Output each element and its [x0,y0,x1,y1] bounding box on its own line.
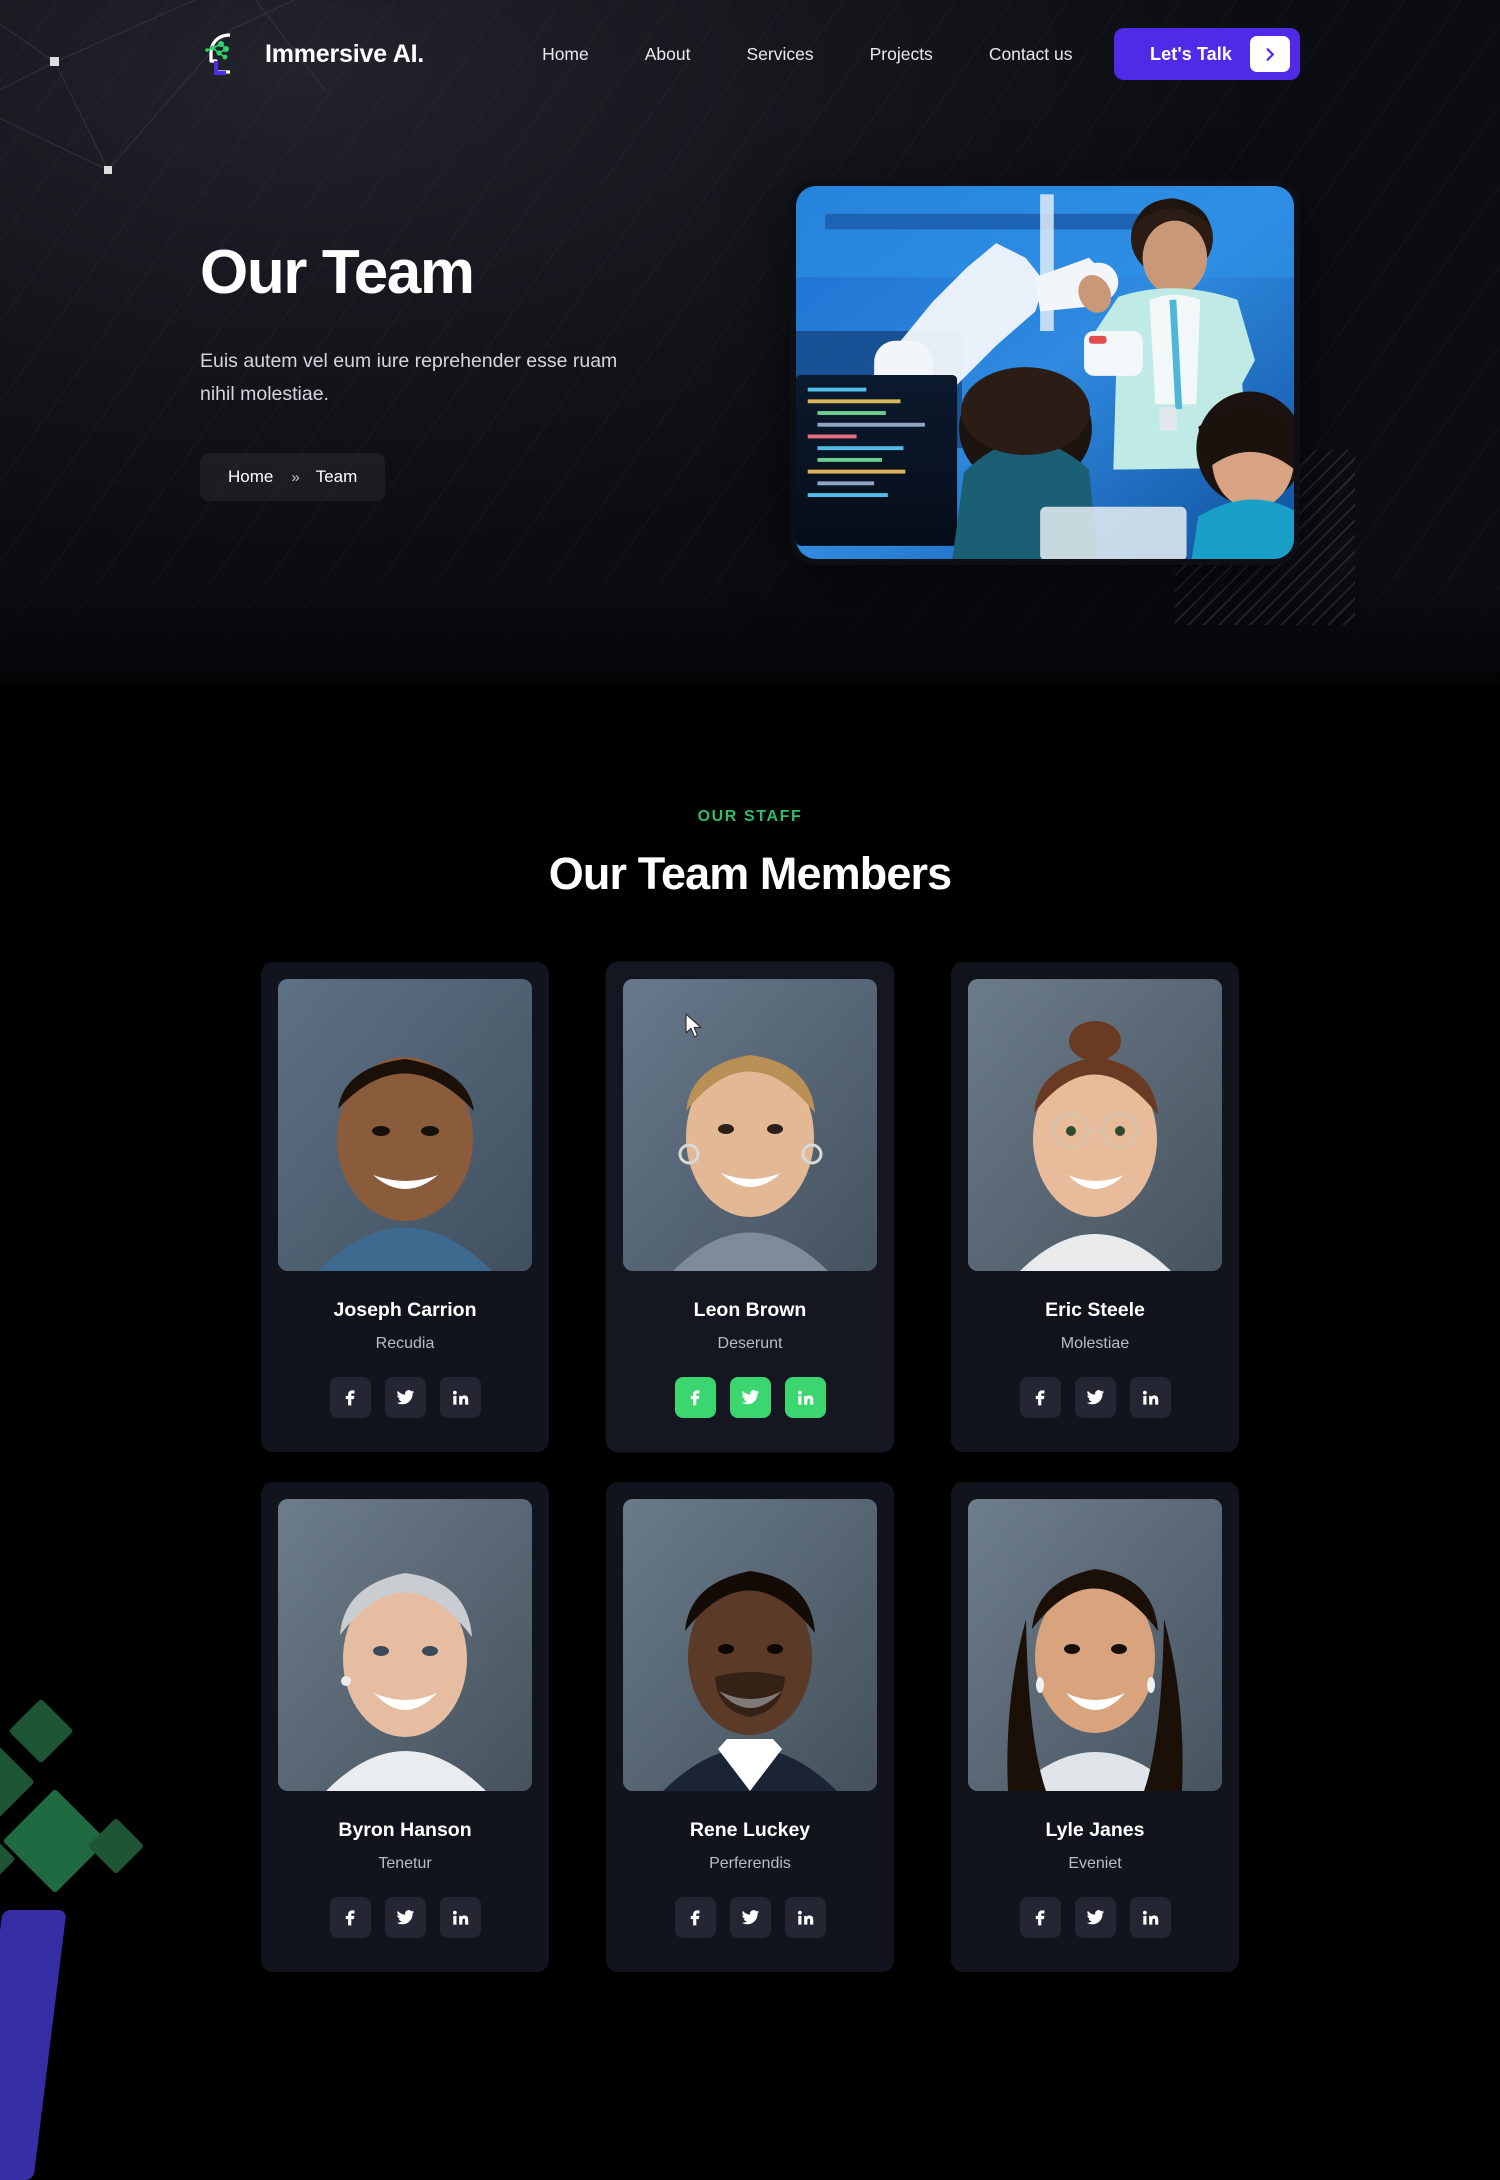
twitter-icon[interactable] [1074,1897,1116,1938]
twitter-icon[interactable] [729,1377,771,1418]
facebook-icon[interactable] [329,1377,371,1418]
brand-name: Immersive AI. [265,39,425,68]
member-role: Eveniet [1068,1855,1122,1872]
team-member-card[interactable]: Rene Luckey Perferendis [606,1482,894,1972]
hero-subtitle: Euis autem vel eum iure reprehender esse… [200,350,618,406]
member-photo [623,979,877,1271]
member-photo [278,979,532,1271]
nav-item-projects[interactable]: Projects [842,34,961,75]
team-member-card[interactable]: Lyle Janes Eveniet [951,1482,1239,1972]
linkedin-icon[interactable] [1129,1897,1171,1938]
ai-head-node-icon [200,28,252,80]
member-socials [623,1897,877,1938]
main-navigation: Home About Services Projects Contact us [514,34,1100,75]
linkedin-icon[interactable] [439,1897,481,1938]
hero-section: Immersive AI. Home About Services Projec… [0,0,1500,688]
member-photo [968,979,1222,1271]
member-role: Tenetur [378,1855,432,1872]
page-title: Our Team [200,238,475,307]
facebook-icon[interactable] [674,1897,716,1938]
member-socials [968,1377,1222,1418]
member-photo [278,1499,532,1791]
green-diamonds-decoration [0,1698,160,1928]
member-name: Joseph Carrion [333,1299,477,1321]
hero-image [790,180,1300,565]
member-photo [968,1499,1222,1791]
member-socials [278,1897,532,1938]
nav-item-contact-us[interactable]: Contact us [961,34,1101,75]
member-role: Perferendis [709,1855,791,1872]
member-socials [623,1377,877,1418]
team-member-card[interactable]: Leon Brown Deserunt [606,962,894,1452]
brand-logo[interactable]: Immersive AI. [200,28,424,80]
member-socials [968,1897,1222,1938]
twitter-icon[interactable] [384,1377,426,1418]
section-eyebrow: OUR STAFF [697,808,803,825]
team-member-card[interactable]: Joseph Carrion Recudia [261,962,549,1452]
purple-bar-decoration [0,1910,67,2180]
breadcrumb-current: Team [315,467,358,487]
breadcrumb: Home » Team [200,453,386,502]
twitter-icon[interactable] [1074,1377,1116,1418]
facebook-icon[interactable] [674,1377,716,1418]
member-role: Molestiae [1060,1335,1130,1352]
nav-item-home[interactable]: Home [514,34,617,75]
chevron-right-icon [1250,36,1290,72]
twitter-icon[interactable] [384,1897,426,1938]
member-name: Byron Hanson [338,1819,472,1841]
member-socials [278,1377,532,1418]
team-grid: Joseph Carrion Recudia Leon Brown Deseru… [0,962,1500,1972]
breadcrumb-home[interactable]: Home [228,467,273,487]
lets-talk-label: Let's Talk [1150,43,1232,64]
nav-item-services[interactable]: Services [718,34,841,75]
linkedin-icon[interactable] [1129,1377,1171,1418]
team-member-card[interactable]: Eric Steele Molestiae [951,962,1239,1452]
team-member-card[interactable]: Byron Hanson Tenetur [261,1482,549,1972]
facebook-icon[interactable] [1019,1897,1061,1938]
member-photo [623,1499,877,1791]
member-role: Recudia [375,1335,435,1352]
section-title: Our Team Members [548,848,952,899]
mouse-cursor [685,1013,702,1038]
linkedin-icon[interactable] [784,1897,826,1938]
linkedin-icon[interactable] [784,1377,826,1418]
facebook-icon[interactable] [1019,1377,1061,1418]
breadcrumb-separator: » [291,468,299,486]
linkedin-icon[interactable] [439,1377,481,1418]
nav-item-about[interactable]: About [617,34,719,75]
site-header: Immersive AI. Home About Services Projec… [0,0,1500,108]
member-role: Deserunt [717,1335,783,1352]
member-name: Eric Steele [1045,1299,1145,1321]
team-section: OUR STAFF Our Team Members Joseph Carrio… [0,688,1500,2180]
member-name: Rene Luckey [689,1819,811,1841]
member-name: Lyle Janes [1045,1819,1145,1841]
member-name: Leon Brown [693,1299,807,1321]
lets-talk-button[interactable]: Let's Talk [1114,28,1300,80]
facebook-icon[interactable] [329,1897,371,1938]
twitter-icon[interactable] [729,1897,771,1938]
